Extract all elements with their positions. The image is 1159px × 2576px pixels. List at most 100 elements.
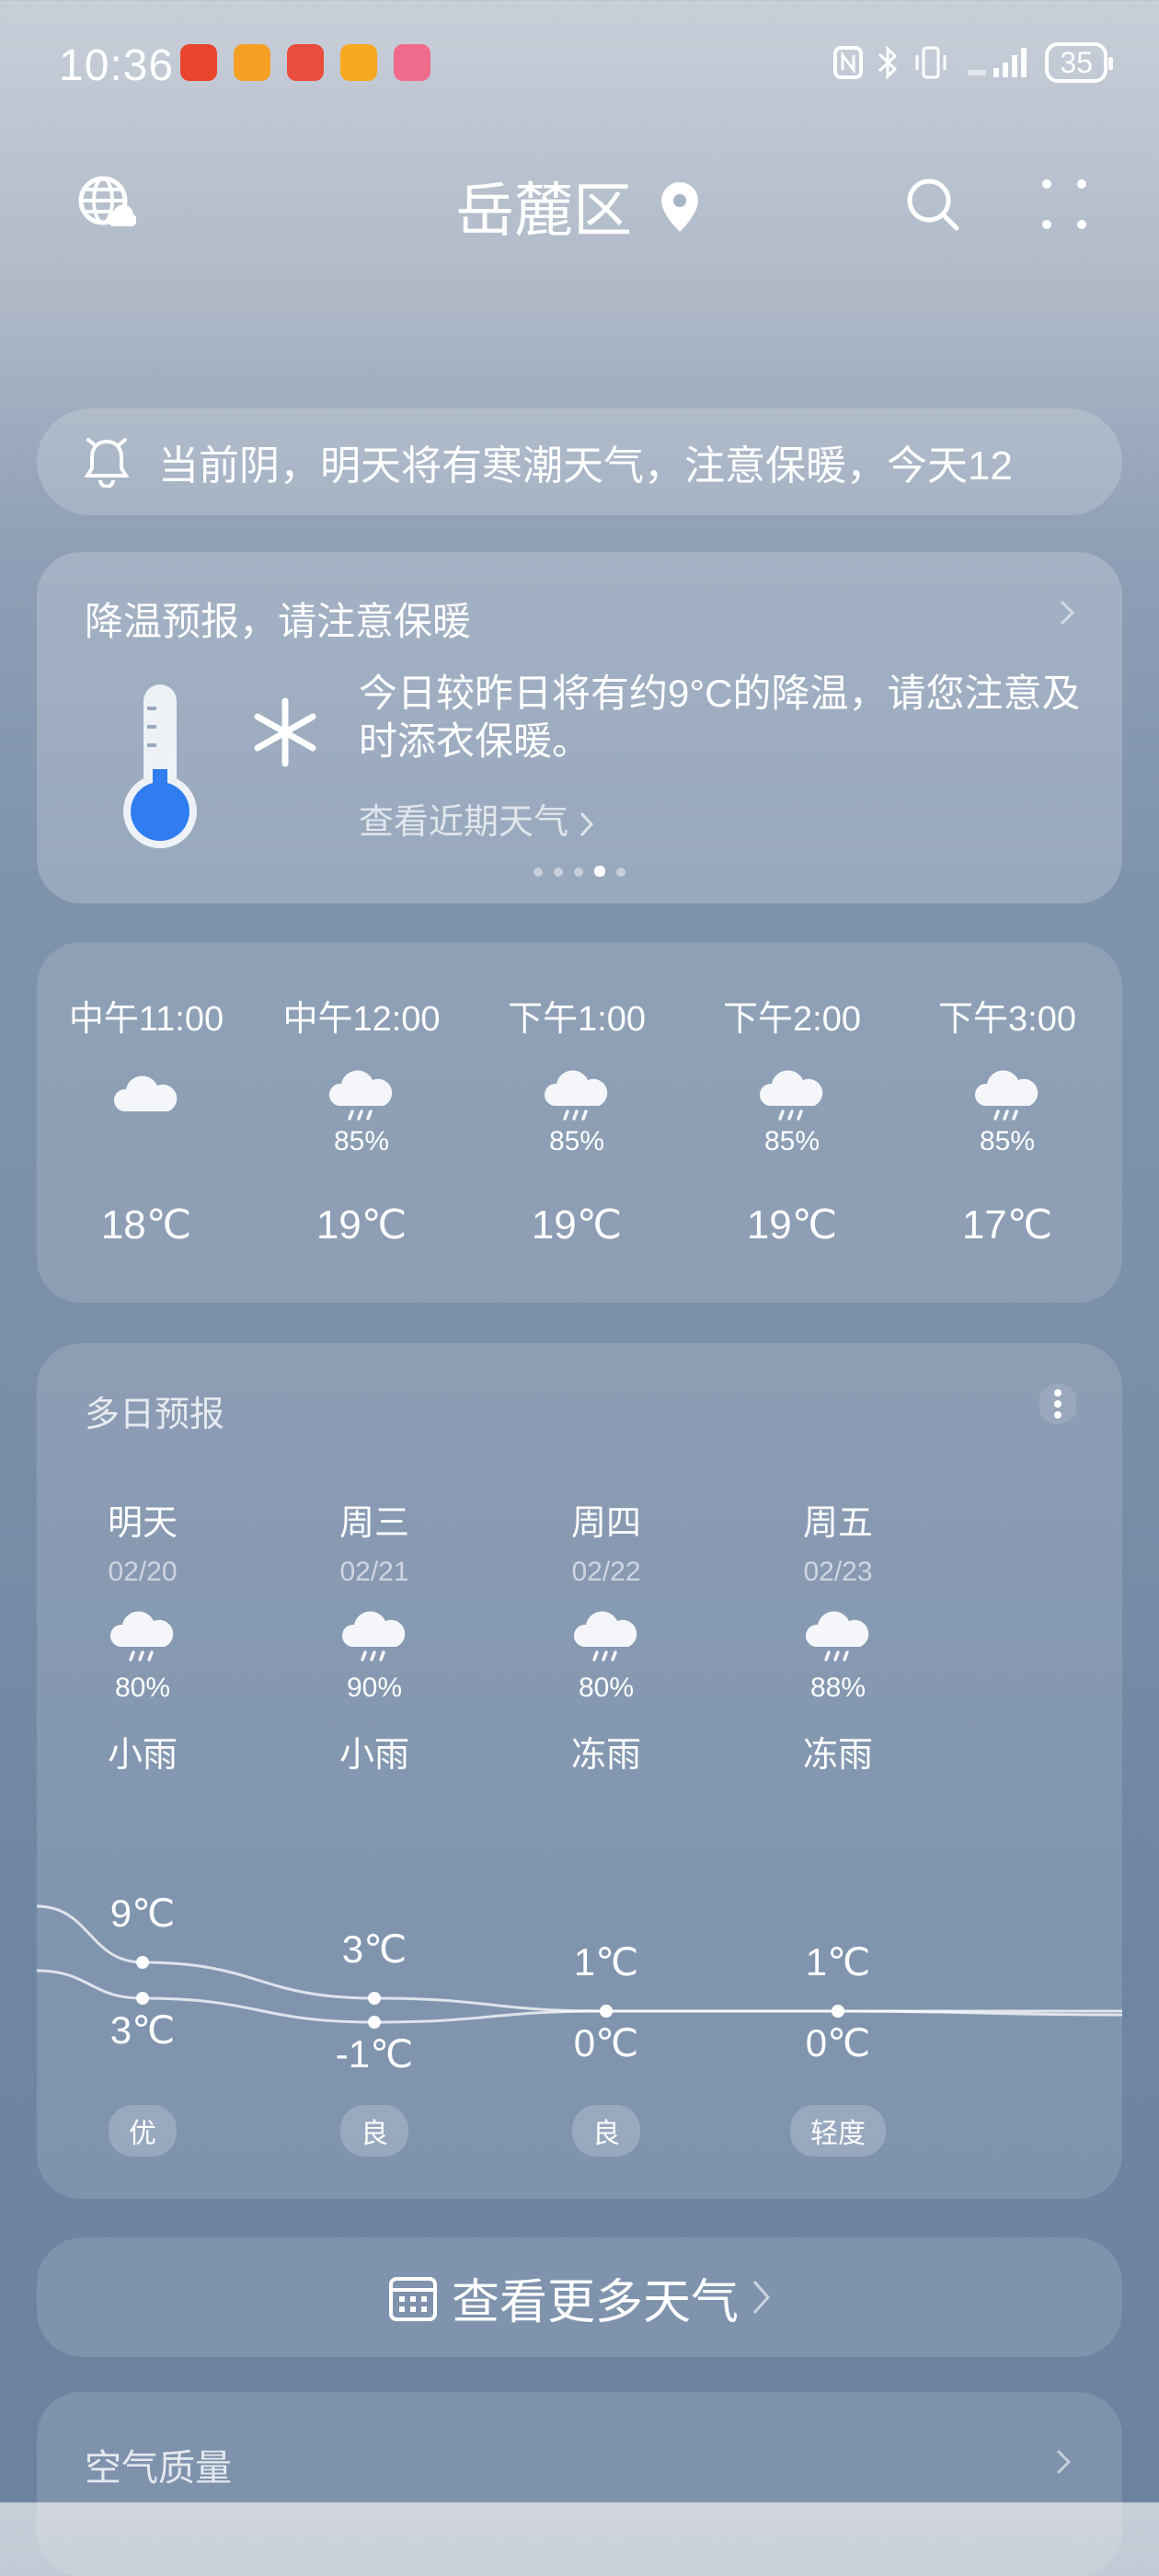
status-bar: 10:36 35	[0, 0, 1159, 129]
hourly-precip: 85%	[763, 1126, 820, 1156]
rain-cloud-icon	[759, 1070, 823, 1121]
daily-weather: 小雨	[339, 1736, 409, 1775]
page-dot	[554, 868, 563, 877]
cloudy-icon	[113, 1075, 178, 1111]
notification-app-icons	[180, 44, 430, 81]
multi-day-forecast-card[interactable]: 多日预报 明天 02/20 80% 小雨 9℃ 3℃ 优周三 02/21 90% 小雨 3℃ -1℃ 良…	[37, 1343, 1122, 2199]
daily-icon-wrap	[490, 1610, 722, 1665]
rain-cloud-icon	[974, 1070, 1039, 1121]
app-icon-red	[287, 44, 324, 81]
hourly-icon-wrap	[39, 1069, 254, 1124]
chevron-right-icon	[580, 811, 593, 836]
signal-icon	[968, 48, 1027, 77]
more-options-icon[interactable]	[1041, 178, 1087, 230]
low-temp-point	[368, 2016, 381, 2029]
low-temp-point	[832, 2005, 844, 2018]
hourly-time: 下午3:00	[938, 1000, 1076, 1039]
daily-aqi-badge: 轻度	[790, 2105, 886, 2156]
hourly-temp: 18℃	[100, 1202, 192, 1248]
daily-low-temp: 3℃	[109, 2008, 176, 2052]
daily-day-name: 周三	[339, 1504, 409, 1543]
page-dot	[594, 866, 605, 877]
daily-precip: 80%	[114, 1673, 171, 1703]
daily-low-temp: 0℃	[805, 2021, 871, 2064]
daily-weather: 小雨	[107, 1736, 178, 1775]
daily-high-temp: 1℃	[573, 1940, 639, 1984]
daily-date: 02/22	[571, 1557, 641, 1587]
system-icons: 35	[833, 42, 1113, 83]
app-icon-orange	[234, 44, 270, 81]
weather-notice-banner[interactable]: 当前阴，明天将有寒潮天气，注意保暖，今天12	[37, 408, 1122, 515]
hourly-time: 下午2:00	[723, 1000, 861, 1039]
hourly-time: 下午1:00	[508, 1000, 646, 1039]
page-dot	[534, 868, 543, 877]
thermometer-snow-icon	[123, 684, 316, 848]
daily-day-name: 周四	[570, 1504, 641, 1543]
search-icon[interactable]	[905, 177, 960, 232]
daily-weather: 冻雨	[802, 1736, 873, 1775]
daily-date: 02/23	[803, 1557, 873, 1587]
rain-cloud-icon	[805, 1611, 869, 1662]
daily-high-temp: 3℃	[341, 1927, 407, 1971]
rain-cloud-icon	[341, 1611, 406, 1662]
daily-date: 02/21	[339, 1557, 409, 1587]
battery-indicator: 35	[1045, 42, 1113, 83]
cooling-alert-card[interactable]: 降温预报，请注意保暖 今日较昨日将有约9°C的降温，请您注意及时添衣保暖。 查看…	[37, 552, 1122, 903]
recent-weather-link-label: 查看近期天气	[359, 803, 569, 842]
notice-text: 当前阴，明天将有寒潮天气，注意保暖，今天12	[158, 443, 1013, 489]
hourly-icon-wrap	[684, 1069, 900, 1124]
daily-aqi-badge: 良	[340, 2105, 408, 2156]
air-quality-card[interactable]: 空气质量	[37, 2392, 1122, 2576]
chevron-right-icon	[752, 2281, 771, 2314]
daily-precip: 80%	[578, 1673, 635, 1703]
chevron-right-icon[interactable]	[1058, 598, 1076, 627]
location-pin-icon	[660, 182, 698, 232]
daily-high-temp: 1℃	[805, 1940, 871, 1984]
hourly-temp: 17℃	[961, 1202, 1053, 1248]
app-icon-yellow	[340, 44, 377, 81]
hourly-time: 中午11:00	[68, 1000, 224, 1039]
low-temp-point	[136, 1992, 149, 2005]
daily-icon-wrap	[258, 1610, 490, 1665]
hourly-forecast-card[interactable]: 中午11:00 18℃ 中午12:00 85% 19℃ 下午1:00 85% 19℃ 下午2:0…	[37, 942, 1122, 1303]
hourly-temp: 19℃	[316, 1202, 407, 1248]
low-temp-point	[600, 2005, 613, 2018]
more-weather-label: 查看更多天气	[451, 2275, 739, 2329]
daily-icon-wrap	[722, 1610, 954, 1665]
app-icon-pink	[394, 44, 430, 81]
daily-precip: 90%	[346, 1673, 403, 1703]
page-dot	[574, 868, 583, 877]
daily-icon-wrap	[27, 1610, 258, 1665]
daily-day-name: 明天	[107, 1504, 178, 1543]
daily-low-temp: 0℃	[573, 2021, 639, 2064]
hourly-icon-wrap	[900, 1069, 1115, 1124]
rain-cloud-icon	[544, 1070, 608, 1121]
alert-title: 降温预报，请注意保暖	[85, 600, 472, 643]
page-dot	[616, 868, 625, 877]
daily-low-temp: -1℃	[335, 2032, 414, 2076]
taobao-icon	[180, 44, 217, 81]
rain-cloud-icon	[109, 1611, 174, 1662]
chevron-right-icon[interactable]	[1054, 2447, 1073, 2477]
hourly-time: 中午12:00	[282, 1000, 441, 1039]
daily-date: 02/20	[108, 1557, 178, 1587]
hourly-precip: 85%	[548, 1126, 605, 1156]
more-weather-button[interactable]: 查看更多天气	[37, 2237, 1122, 2357]
city-name: 岳麓区	[455, 178, 633, 244]
hourly-precip: 85%	[979, 1126, 1036, 1156]
recent-weather-link[interactable]: 查看近期天气	[359, 793, 595, 844]
daily-high-temp: 9℃	[109, 1892, 176, 1935]
bluetooth-icon	[878, 45, 898, 80]
hourly-temp: 19℃	[746, 1202, 838, 1248]
high-temp-point	[136, 1956, 149, 1969]
alert-description: 今日较昨日将有约9°C的降温，请您注意及时添衣保暖。	[359, 672, 1081, 763]
rain-cloud-icon	[573, 1611, 637, 1662]
hourly-temp: 19℃	[531, 1202, 623, 1248]
daily-weather: 冻雨	[570, 1736, 641, 1775]
calendar-icon	[388, 2277, 437, 2321]
nfc-icon	[833, 46, 864, 79]
city-title[interactable]: 岳麓区	[0, 164, 1159, 248]
hourly-icon-wrap	[254, 1069, 469, 1124]
carousel-page-indicator	[37, 865, 1122, 881]
hourly-precip: 85%	[333, 1126, 390, 1156]
